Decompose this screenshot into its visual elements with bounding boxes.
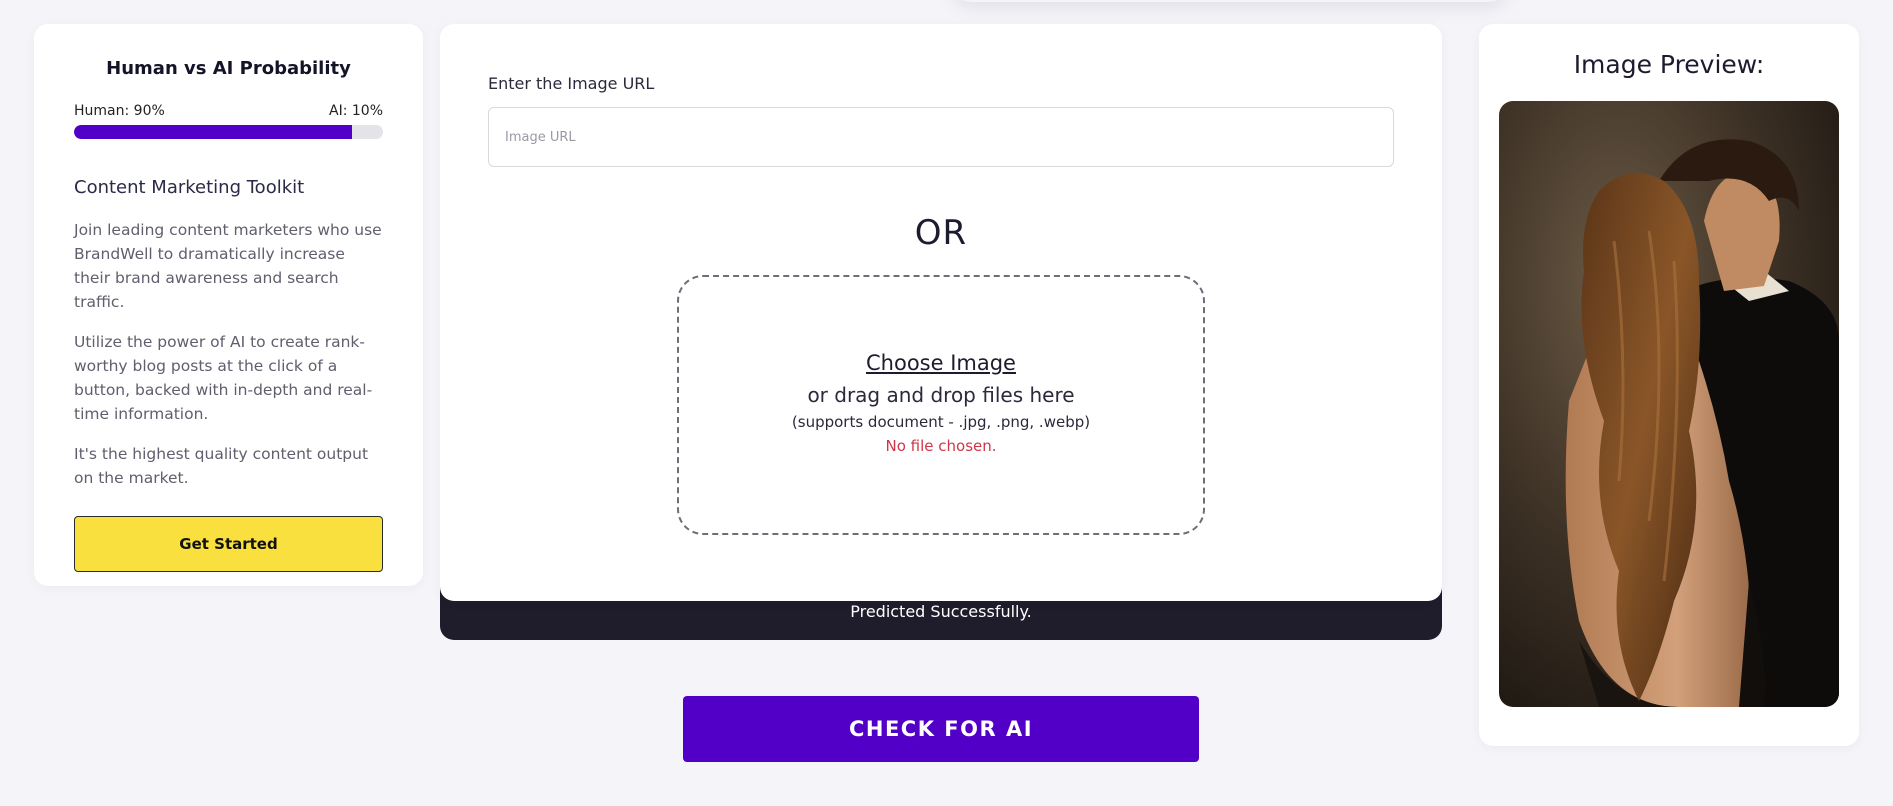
- toolkit-title: Content Marketing Toolkit: [74, 177, 305, 198]
- top-header-shadow: [950, 0, 1510, 2]
- file-status: No file chosen.: [885, 437, 997, 455]
- toolkit-paragraph: Utilize the power of AI to create rank-w…: [74, 333, 373, 423]
- image-url-label: Enter the Image URL: [488, 74, 655, 93]
- or-divider: OR: [914, 213, 968, 253]
- image-preview-card: Image Preview:: [1479, 24, 1859, 746]
- toolkit-paragraph: It's the highest quality content output …: [74, 445, 369, 487]
- ai-percent-label: AI: 10%: [329, 103, 383, 119]
- probability-bar: [74, 125, 383, 139]
- image-preview-title: Image Preview:: [1573, 50, 1765, 79]
- upload-panel: Predicted Successfully. Enter the Image …: [440, 24, 1442, 640]
- choose-image-link[interactable]: Choose Image: [679, 351, 1203, 375]
- probability-labels: Human: 90% AI: 10%: [74, 103, 383, 119]
- toolkit-paragraph: Join leading content marketers who use B…: [74, 221, 382, 311]
- supported-formats: (supports document - .jpg, .png, .webp): [791, 413, 1091, 431]
- photo-couple-icon: [1499, 101, 1839, 707]
- human-percent-label: Human: 90%: [74, 103, 165, 119]
- drag-drop-hint: or drag and drop files here: [807, 383, 1075, 407]
- upload-card: Enter the Image URL OR Choose Image or d…: [440, 24, 1442, 601]
- file-dropzone[interactable]: Choose Image or drag and drop files here…: [677, 275, 1205, 535]
- probability-card: Human vs AI Probability Human: 90% AI: 1…: [34, 24, 423, 586]
- probability-bar-fill: [74, 125, 353, 139]
- image-url-input[interactable]: [488, 107, 1394, 167]
- get-started-button[interactable]: Get Started: [74, 516, 383, 572]
- check-for-ai-button[interactable]: CHECK FOR AI: [683, 696, 1199, 762]
- probability-title: Human vs AI Probability: [106, 58, 351, 79]
